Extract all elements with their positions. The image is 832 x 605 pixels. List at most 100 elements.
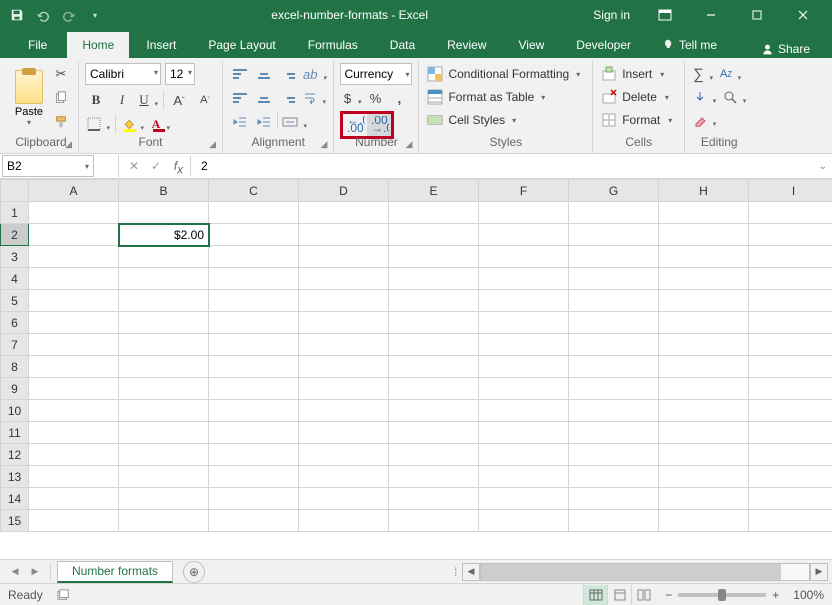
borders-icon[interactable]	[85, 113, 111, 135]
cell-G10[interactable]	[569, 400, 659, 422]
align-center-icon[interactable]	[253, 87, 275, 109]
cell-D7[interactable]	[299, 334, 389, 356]
cell-F3[interactable]	[479, 246, 569, 268]
insert-function-icon[interactable]: fx	[167, 156, 191, 176]
col-header-C[interactable]: C	[209, 180, 299, 202]
clipboard-launcher-icon[interactable]: ◢	[65, 139, 72, 150]
cell-E7[interactable]	[389, 334, 479, 356]
align-bottom-icon[interactable]	[277, 63, 299, 85]
cell-D14[interactable]	[299, 488, 389, 510]
sort-filter-icon[interactable]: AZ	[718, 63, 742, 85]
cell-D11[interactable]	[299, 422, 389, 444]
row-header-12[interactable]: 12	[1, 444, 29, 466]
cell-I8[interactable]	[749, 356, 832, 378]
cell-A5[interactable]	[29, 290, 119, 312]
cell-F6[interactable]	[479, 312, 569, 334]
align-right-icon[interactable]	[277, 87, 299, 109]
cell-C14[interactable]	[209, 488, 299, 510]
cell-F4[interactable]	[479, 268, 569, 290]
row-header-5[interactable]: 5	[1, 290, 29, 312]
cell-B13[interactable]	[119, 466, 209, 488]
cell-E8[interactable]	[389, 356, 479, 378]
cell-H15[interactable]	[659, 510, 749, 532]
enter-formula-icon[interactable]: ✓	[145, 159, 167, 173]
cell-I10[interactable]	[749, 400, 832, 422]
col-header-A[interactable]: A	[29, 180, 119, 202]
row-header-14[interactable]: 14	[1, 488, 29, 510]
cell-A1[interactable]	[29, 202, 119, 224]
cell-C12[interactable]	[209, 444, 299, 466]
cell-I6[interactable]	[749, 312, 832, 334]
cell-I14[interactable]	[749, 488, 832, 510]
cell-E1[interactable]	[389, 202, 479, 224]
formula-input[interactable]: 2	[197, 155, 814, 177]
font-launcher-icon[interactable]: ◢	[209, 139, 216, 150]
cell-G4[interactable]	[569, 268, 659, 290]
bold-button[interactable]: B	[85, 89, 107, 111]
tab-page-layout[interactable]: Page Layout	[193, 32, 290, 58]
cell-D10[interactable]	[299, 400, 389, 422]
cell-C8[interactable]	[209, 356, 299, 378]
cell-G6[interactable]	[569, 312, 659, 334]
italic-button[interactable]: I	[111, 89, 133, 111]
row-header-4[interactable]: 4	[1, 268, 29, 290]
cell-H10[interactable]	[659, 400, 749, 422]
row-header-9[interactable]: 9	[1, 378, 29, 400]
format-as-table-button[interactable]: Format as Table▾	[425, 86, 586, 108]
cell-F14[interactable]	[479, 488, 569, 510]
font-size-combo[interactable]: 12▾	[165, 63, 195, 85]
cut-icon[interactable]: ✂	[50, 63, 72, 85]
cell-B6[interactable]	[119, 312, 209, 334]
cell-D4[interactable]	[299, 268, 389, 290]
align-middle-icon[interactable]	[253, 63, 275, 85]
cell-B9[interactable]	[119, 378, 209, 400]
cell-F12[interactable]	[479, 444, 569, 466]
format-cells-button[interactable]: Format▾	[599, 109, 678, 131]
alignment-launcher-icon[interactable]: ◢	[321, 139, 328, 150]
wrap-text-icon[interactable]	[301, 87, 327, 109]
increase-font-icon[interactable]: Aˆ	[168, 89, 190, 111]
cell-E14[interactable]	[389, 488, 479, 510]
cell-B1[interactable]	[119, 202, 209, 224]
cell-G1[interactable]	[569, 202, 659, 224]
cell-A12[interactable]	[29, 444, 119, 466]
cell-F7[interactable]	[479, 334, 569, 356]
percent-format-icon[interactable]: %	[364, 87, 386, 109]
hscroll-track[interactable]	[480, 563, 810, 581]
find-select-icon[interactable]	[721, 86, 747, 108]
cell-D9[interactable]	[299, 378, 389, 400]
cell-B4[interactable]	[119, 268, 209, 290]
cell-H12[interactable]	[659, 444, 749, 466]
decrease-decimal-icon[interactable]: .00→.0	[367, 114, 391, 136]
select-all-corner[interactable]	[1, 180, 29, 202]
cell-H3[interactable]	[659, 246, 749, 268]
row-header-6[interactable]: 6	[1, 312, 29, 334]
cell-A10[interactable]	[29, 400, 119, 422]
cell-E15[interactable]	[389, 510, 479, 532]
cell-I2[interactable]	[749, 224, 832, 246]
cell-E4[interactable]	[389, 268, 479, 290]
cell-A15[interactable]	[29, 510, 119, 532]
increase-decimal-icon[interactable]: ←.0.00	[343, 114, 367, 136]
cell-A6[interactable]	[29, 312, 119, 334]
cell-A3[interactable]	[29, 246, 119, 268]
cell-C15[interactable]	[209, 510, 299, 532]
cell-styles-button[interactable]: Cell Styles▾	[425, 109, 586, 131]
cell-A14[interactable]	[29, 488, 119, 510]
clear-icon[interactable]	[691, 109, 717, 131]
cell-G8[interactable]	[569, 356, 659, 378]
cell-H9[interactable]	[659, 378, 749, 400]
cell-D1[interactable]	[299, 202, 389, 224]
cell-C10[interactable]	[209, 400, 299, 422]
close-icon[interactable]	[780, 0, 826, 30]
cell-C5[interactable]	[209, 290, 299, 312]
cell-I3[interactable]	[749, 246, 832, 268]
sheet-nav-next-icon[interactable]: ▶	[26, 566, 44, 577]
cell-F2[interactable]	[479, 224, 569, 246]
tab-file[interactable]: File	[10, 32, 65, 58]
ribbon-display-icon[interactable]	[642, 0, 688, 30]
col-header-E[interactable]: E	[389, 180, 479, 202]
cell-E12[interactable]	[389, 444, 479, 466]
cell-F10[interactable]	[479, 400, 569, 422]
row-header-8[interactable]: 8	[1, 356, 29, 378]
